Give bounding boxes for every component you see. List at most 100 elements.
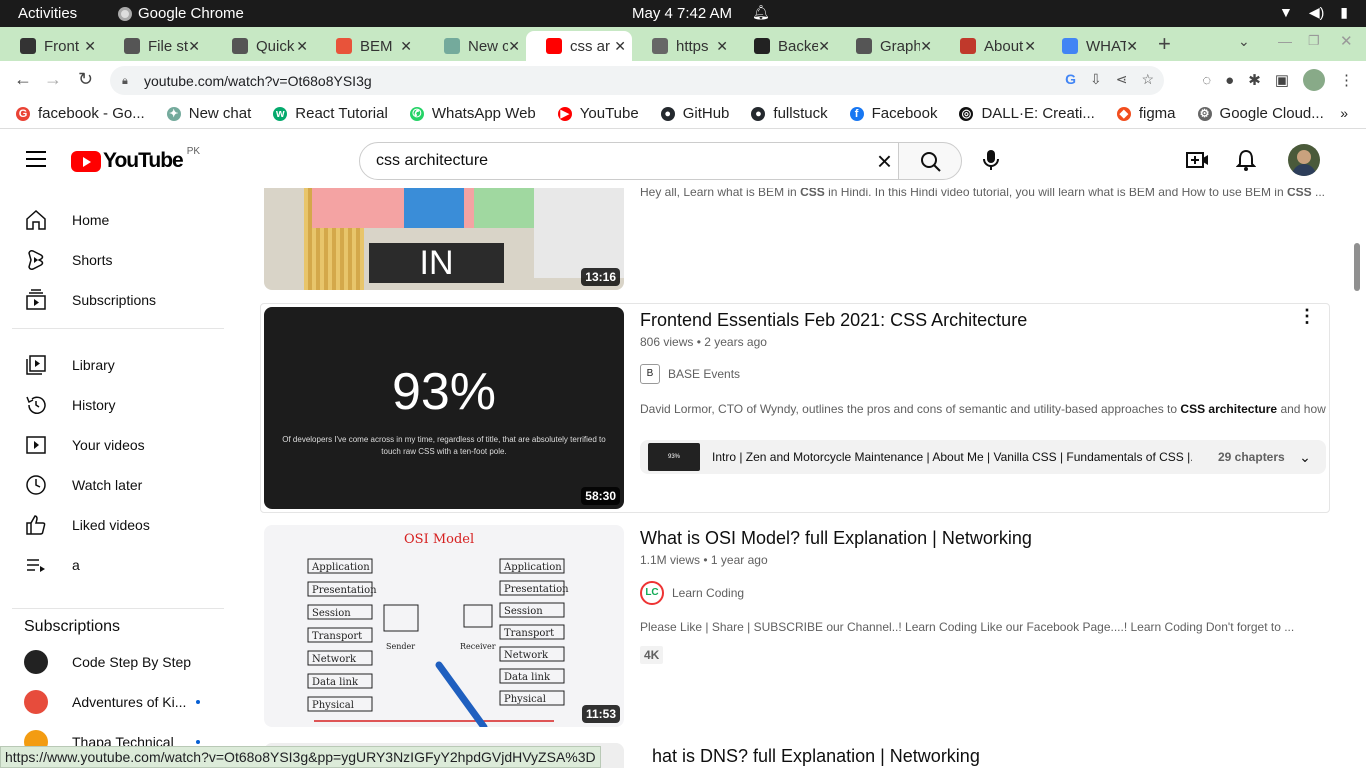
bookmark-item[interactable]: ⚙ Google Cloud... [1197,105,1324,122]
more-bookmarks-icon[interactable]: » [1340,105,1348,121]
search-query[interactable]: css architecture [376,152,488,170]
graph-icon [856,38,872,54]
channel-link[interactable]: B BASE Events [640,364,740,384]
profile-avatar[interactable] [1303,69,1325,91]
new-tab-button[interactable]: + [1158,31,1171,57]
close-tab-icon[interactable]: ✕ [1024,38,1036,55]
tab-2[interactable]: Quick ✕ [212,31,314,61]
back-icon[interactable]: ← [14,69,32,90]
bookmark-item[interactable]: w React Tutorial [273,105,388,122]
sidebar-item-history[interactable]: History [24,385,224,425]
side-panel-icon[interactable]: ▣ [1275,71,1289,89]
search-button[interactable] [898,142,962,180]
bookmark-item[interactable]: ● GitHub [660,105,729,122]
extension-refresh-icon[interactable]: ◌ [1202,72,1211,89]
close-tab-icon[interactable]: ✕ [84,38,96,55]
address-bar[interactable]: 🔒︎ youtube.com/watch?v=Ot68o8YSI3g G ⇩ ⋖… [110,66,1164,95]
sidebar-item-liked-videos[interactable]: Liked videos [24,505,224,545]
account-avatar[interactable] [1288,144,1320,176]
bookmark-item[interactable]: ◆ figma [1116,105,1176,122]
minimize-icon[interactable]: — [1278,33,1292,49]
video-thumbnail[interactable]: OSI Model Application Presentation Session T… [264,525,624,727]
sidebar-item-subscriptions[interactable]: Subscriptions [24,280,224,320]
notifications-icon[interactable] [1236,149,1256,171]
video-duration: 58:30 [581,487,620,505]
bookmark-item[interactable]: ✦ New chat [166,105,251,122]
tab-10[interactable]: WHAT ✕ [1042,31,1144,61]
subscriptions-heading: Subscriptions [24,618,121,635]
tab-8[interactable]: Graph ✕ [836,31,938,61]
playlist-icon [24,553,48,577]
page-scrollbar[interactable] [1354,243,1360,291]
video-title[interactable]: What is OSI Model? full Explanation | Ne… [640,528,1032,549]
tab-9[interactable]: About ✕ [940,31,1042,61]
microphone-icon[interactable] [982,149,1000,171]
tab-4[interactable]: New c ✕ [424,31,526,61]
reload-icon[interactable]: ↻ [78,69,93,90]
search-input[interactable]: css architecture × [359,142,899,180]
close-tab-icon[interactable]: ✕ [400,38,412,55]
sidebar-item-your-videos[interactable]: Your videos [24,425,224,465]
system-tray[interactable]: ▼ ◀) ▮ [1279,4,1348,21]
sidebar-item-watch-later[interactable]: Watch later [24,465,224,505]
osi-layer-label: Session [504,606,543,617]
google-lens-icon[interactable]: G [1065,71,1076,88]
bookmark-item[interactable]: Gfacebook - Go... [16,105,145,122]
clear-search-icon[interactable]: × [877,146,892,177]
sidebar-item-a[interactable]: a [24,545,224,585]
close-tab-icon[interactable]: ✕ [818,38,830,55]
bookmark-star-icon[interactable]: ☆ [1141,71,1154,88]
install-icon[interactable]: ⇩ [1090,71,1102,88]
youtube-logo[interactable]: YouTube PK [71,146,200,173]
share-icon[interactable]: ⋖ [1116,71,1128,88]
close-tab-icon[interactable]: ✕ [296,38,308,55]
app-menu[interactable]: Google Chrome [118,5,244,22]
video-title[interactable]: Frontend Essentials Feb 2021: CSS Archit… [640,310,1027,331]
bookmark-item[interactable]: ◎ DALL·E: Creati... [959,105,1095,122]
bookmark-item[interactable]: ✆ WhatsApp Web [409,105,536,122]
clock[interactable]: May 4 7:42 AM [632,5,732,22]
guide-menu-icon[interactable] [26,151,46,167]
video-title[interactable]: hat is DNS? full Explanation | Networkin… [652,746,980,767]
extension-dark-icon[interactable]: ● [1225,72,1234,89]
close-tab-icon[interactable]: ✕ [188,38,200,55]
forward-icon[interactable]: → [44,69,62,90]
tab-0[interactable]: Front ✕ [0,31,102,61]
tab-6[interactable]: https ✕ [632,31,734,61]
subscription-item[interactable]: Code Step By Step [24,642,224,682]
close-tab-icon[interactable]: ✕ [920,38,932,55]
tab-1[interactable]: File st ✕ [104,31,206,61]
close-tab-icon[interactable]: ✕ [716,38,728,55]
close-tab-icon[interactable]: ✕ [1126,38,1138,55]
tab-7[interactable]: Backe ✕ [734,31,836,61]
sidebar-item-home[interactable]: Home [24,200,224,240]
chapters-bar[interactable]: 93% Intro | Zen and Motorcycle Maintenan… [640,440,1326,474]
video-thumbnail[interactable]: 93% Of developers I've come across in my… [264,307,624,509]
bookmark-item[interactable]: f Facebook [849,105,937,122]
close-tab-icon[interactable]: ✕ [508,38,520,55]
create-icon[interactable] [1186,150,1210,170]
close-tab-icon[interactable]: ✕ [614,38,626,55]
sidebar-item-library[interactable]: Library [24,345,224,385]
sidebar-item-shorts[interactable]: Shorts [24,240,224,280]
activities-button[interactable]: Activities [18,5,77,22]
google-icon: G [16,106,30,121]
close-window-icon[interactable]: ✕ [1340,32,1353,50]
osi-layer-label: Transport [504,628,554,639]
extensions-puzzle-icon[interactable]: ✱ [1248,71,1261,89]
video-thumbnail[interactable]: IN HINDI 13:16 [264,188,624,290]
chevron-down-icon[interactable]: ⌄ [1290,442,1320,472]
chrome-menu-icon[interactable]: ⋮ [1339,71,1354,89]
bookmark-item[interactable]: ● fullstuck [751,105,828,122]
maximize-icon[interactable]: ❐ [1308,33,1320,49]
tab-search-icon[interactable]: ⌄ [1238,33,1250,50]
site-info-icon[interactable]: 🔒︎ [122,75,134,87]
bookmark-item[interactable]: ▶ YouTube [557,105,639,122]
address-url[interactable]: youtube.com/watch?v=Ot68o8YSI3g [144,73,372,89]
channel-link[interactable]: LC Learn Coding [640,581,744,605]
more-actions-icon[interactable]: ⋮ [1298,306,1316,327]
subscription-item[interactable]: Adventures of Ki... [24,682,224,722]
browser-toolbar: ← → ↻ 🔒︎ youtube.com/watch?v=Ot68o8YSI3g… [0,61,1366,99]
tab-3[interactable]: BEM ✕ [316,31,418,61]
tab-5[interactable]: css ar ✕ [526,31,632,61]
